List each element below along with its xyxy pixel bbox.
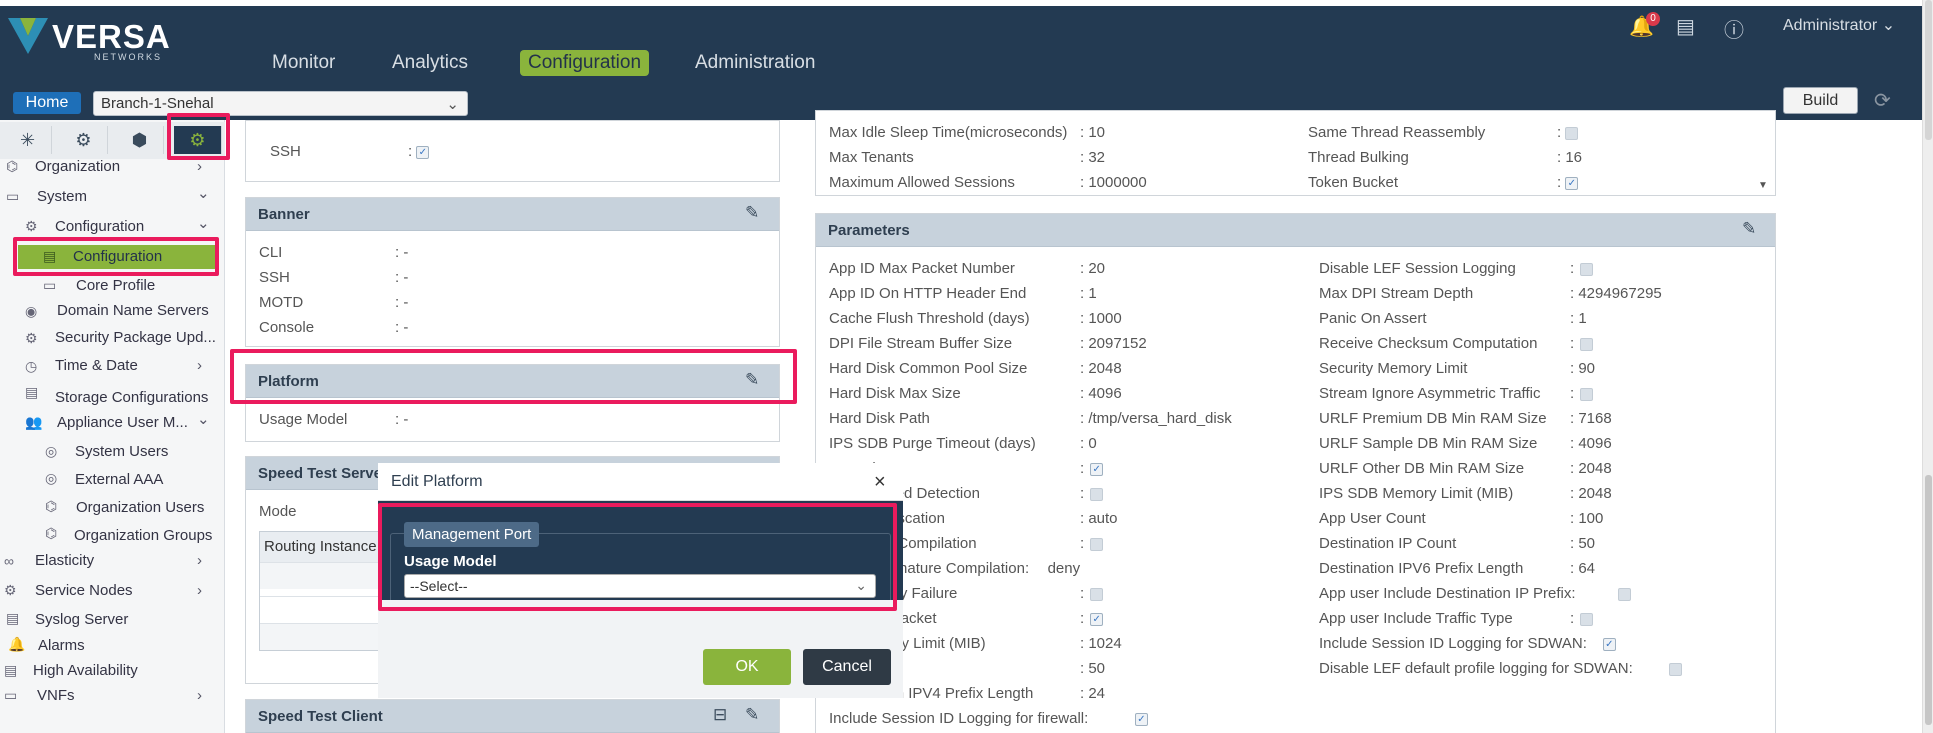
highlight-system-tab [167,113,230,160]
highlight-configuration-item [13,237,219,276]
dialog-title: Edit Platform [378,463,903,501]
highlight-management-port [378,503,897,611]
ok-button[interactable]: OK [703,649,791,685]
close-icon[interactable]: × [874,471,886,494]
cancel-button[interactable]: Cancel [803,649,891,685]
highlight-platform-header [230,349,797,404]
